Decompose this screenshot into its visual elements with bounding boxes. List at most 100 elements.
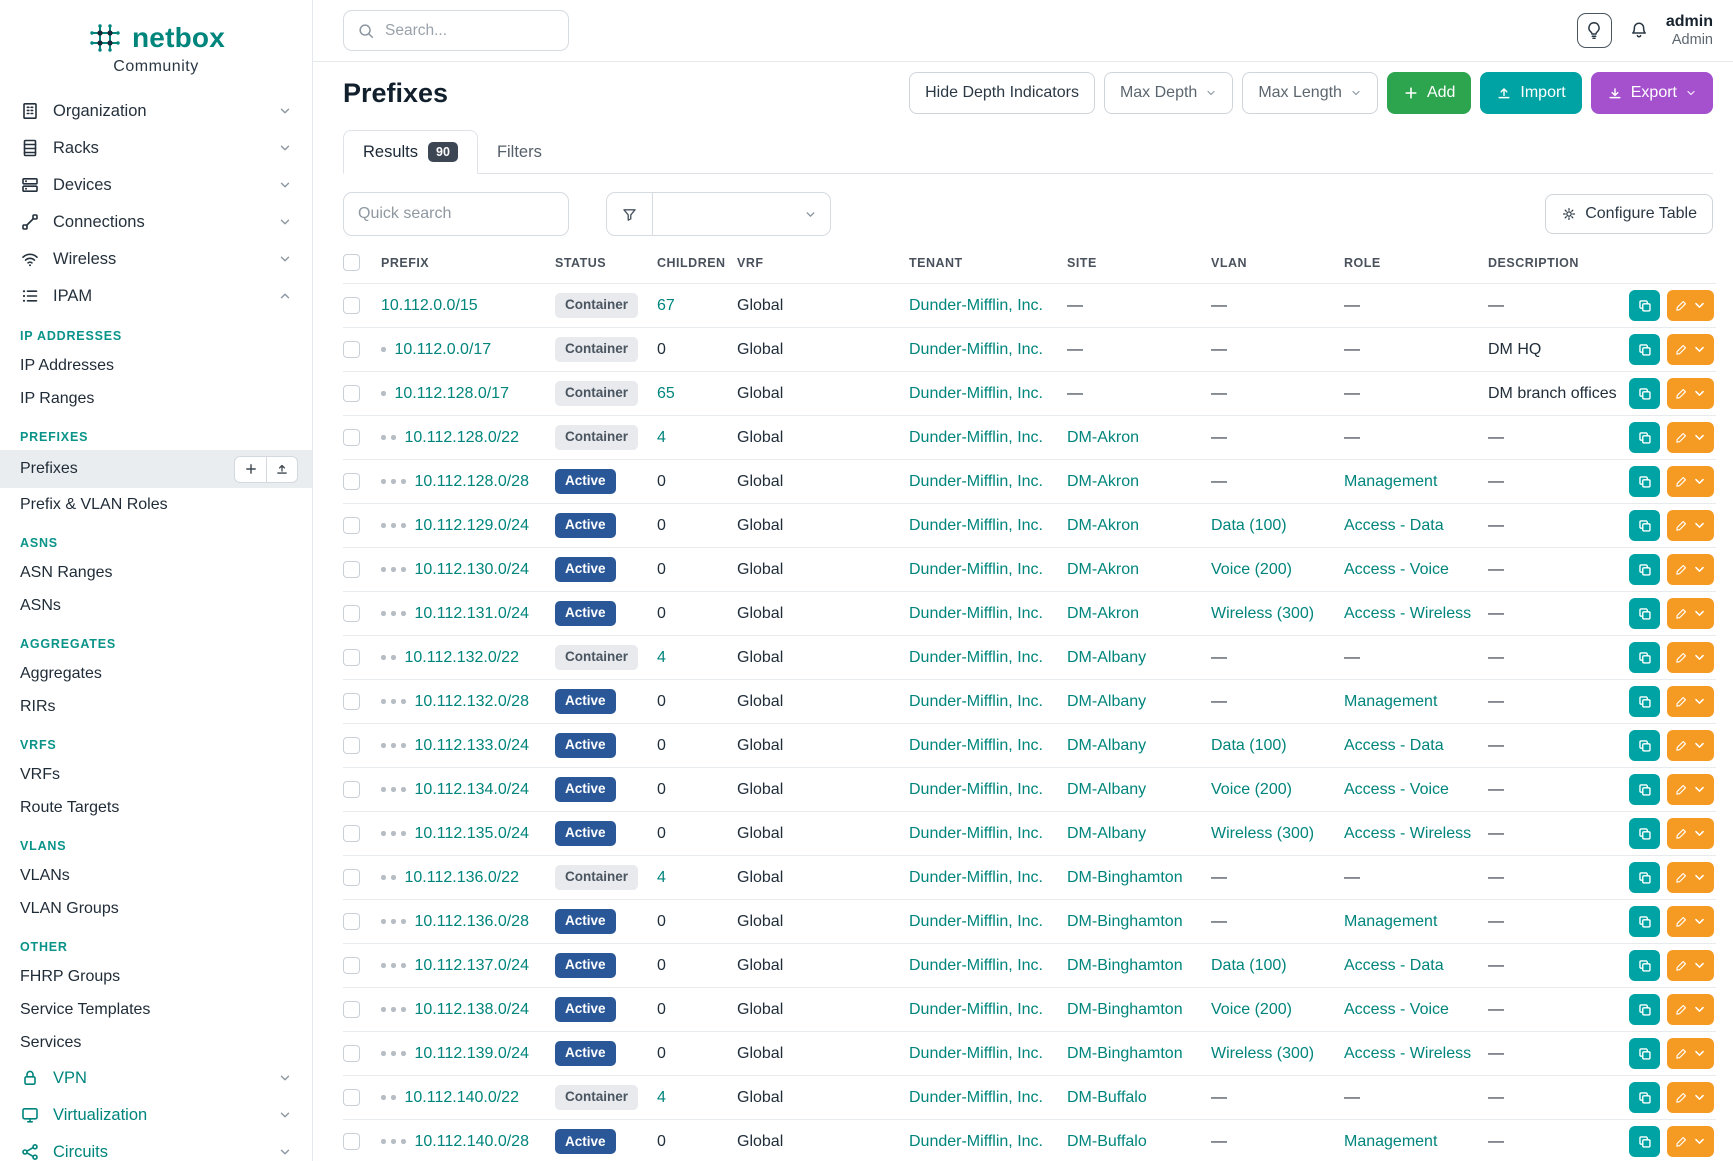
edit-button[interactable] — [1667, 510, 1714, 541]
role-link[interactable]: Management — [1344, 1133, 1437, 1150]
row-checkbox[interactable] — [343, 473, 360, 490]
prefix-link[interactable]: 10.112.140.0/28 — [415, 1133, 529, 1150]
tenant-link[interactable]: Dunder-Mifflin, Inc. — [909, 385, 1043, 402]
vlan-link[interactable]: Voice (200) — [1211, 561, 1292, 578]
clone-button[interactable] — [1629, 510, 1660, 541]
tenant-link[interactable]: Dunder-Mifflin, Inc. — [909, 605, 1043, 622]
row-checkbox[interactable] — [343, 605, 360, 622]
role-link[interactable]: Access - Voice — [1344, 781, 1449, 798]
edit-button[interactable] — [1667, 1082, 1714, 1113]
tenant-link[interactable]: Dunder-Mifflin, Inc. — [909, 737, 1043, 754]
children-link[interactable]: 4 — [657, 1089, 666, 1106]
sidebar-item-vlans[interactable]: VLANs — [0, 859, 312, 892]
edit-button[interactable] — [1667, 818, 1714, 849]
vlan-link[interactable]: Wireless (300) — [1211, 825, 1314, 842]
site-link[interactable]: DM-Akron — [1067, 429, 1139, 446]
filter-button[interactable] — [606, 192, 653, 236]
sidebar-item-fhrp-groups[interactable]: FHRP Groups — [0, 960, 312, 993]
tenant-link[interactable]: Dunder-Mifflin, Inc. — [909, 649, 1043, 666]
prefix-link[interactable]: 10.112.128.0/22 — [405, 429, 519, 446]
clone-button[interactable] — [1629, 290, 1660, 321]
site-link[interactable]: DM-Binghamton — [1067, 1045, 1183, 1062]
row-checkbox[interactable] — [343, 1045, 360, 1062]
sidebar-item-vrfs[interactable]: VRFs — [0, 758, 312, 791]
clone-button[interactable] — [1629, 378, 1660, 409]
quick-import-button[interactable] — [266, 457, 297, 482]
clone-button[interactable] — [1629, 334, 1660, 365]
edit-button[interactable] — [1667, 730, 1714, 761]
user-menu[interactable]: admin Admin — [1666, 12, 1713, 49]
notifications-button[interactable] — [1629, 20, 1649, 40]
site-link[interactable]: DM-Binghamton — [1067, 957, 1183, 974]
prefix-link[interactable]: 10.112.129.0/24 — [415, 517, 529, 534]
clone-button[interactable] — [1629, 818, 1660, 849]
clone-button[interactable] — [1629, 994, 1660, 1025]
site-link[interactable]: DM-Binghamton — [1067, 913, 1183, 930]
clone-button[interactable] — [1629, 730, 1660, 761]
role-link[interactable]: Access - Data — [1344, 517, 1444, 534]
tab-filters[interactable]: Filters — [478, 130, 561, 174]
hide-depth-indicators-button[interactable]: Hide Depth Indicators — [909, 72, 1095, 114]
tenant-link[interactable]: Dunder-Mifflin, Inc. — [909, 517, 1043, 534]
children-link[interactable]: 65 — [657, 385, 675, 402]
edit-button[interactable] — [1667, 642, 1714, 673]
sidebar-item-devices[interactable]: Devices — [0, 166, 312, 203]
tenant-link[interactable]: Dunder-Mifflin, Inc. — [909, 825, 1043, 842]
prefix-link[interactable]: 10.112.128.0/17 — [395, 385, 509, 402]
role-link[interactable]: Access - Wireless — [1344, 825, 1471, 842]
row-checkbox[interactable] — [343, 429, 360, 446]
sidebar-item-circuits[interactable]: Circuits — [0, 1133, 312, 1161]
clone-button[interactable] — [1629, 466, 1660, 497]
prefix-link[interactable]: 10.112.0.0/17 — [395, 341, 492, 358]
max-length-dropdown[interactable]: Max Length — [1242, 72, 1378, 114]
role-link[interactable]: Management — [1344, 693, 1437, 710]
role-link[interactable]: Access - Data — [1344, 737, 1444, 754]
site-link[interactable]: DM-Akron — [1067, 605, 1139, 622]
sidebar-item-organization[interactable]: Organization — [0, 92, 312, 129]
role-link[interactable]: Access - Wireless — [1344, 1045, 1471, 1062]
theme-toggle-button[interactable] — [1577, 13, 1612, 48]
edit-button[interactable] — [1667, 862, 1714, 893]
search-input[interactable] — [385, 22, 555, 40]
row-checkbox[interactable] — [343, 781, 360, 798]
edit-button[interactable] — [1667, 686, 1714, 717]
clone-button[interactable] — [1629, 906, 1660, 937]
tab-results[interactable]: Results 90 — [343, 130, 478, 174]
site-link[interactable]: DM-Albany — [1067, 737, 1146, 754]
row-checkbox[interactable] — [343, 957, 360, 974]
role-link[interactable]: Access - Data — [1344, 957, 1444, 974]
edit-button[interactable] — [1667, 334, 1714, 365]
edit-button[interactable] — [1667, 950, 1714, 981]
sidebar-item-asn-ranges[interactable]: ASN Ranges — [0, 556, 312, 589]
prefix-link[interactable]: 10.112.131.0/24 — [415, 605, 529, 622]
edit-button[interactable] — [1667, 422, 1714, 453]
vlan-link[interactable]: Data (100) — [1211, 737, 1287, 754]
row-checkbox[interactable] — [343, 1089, 360, 1106]
site-link[interactable]: DM-Akron — [1067, 517, 1139, 534]
site-link[interactable]: DM-Buffalo — [1067, 1089, 1147, 1106]
global-search[interactable] — [343, 10, 569, 51]
edit-button[interactable] — [1667, 906, 1714, 937]
sidebar-item-aggregates[interactable]: Aggregates — [0, 657, 312, 690]
edit-button[interactable] — [1667, 598, 1714, 629]
row-checkbox[interactable] — [343, 341, 360, 358]
sidebar-item-racks[interactable]: Racks — [0, 129, 312, 166]
row-checkbox[interactable] — [343, 561, 360, 578]
sidebar-item-service-templates[interactable]: Service Templates — [0, 993, 312, 1026]
prefix-link[interactable]: 10.112.132.0/22 — [405, 649, 519, 666]
role-link[interactable]: Access - Voice — [1344, 1001, 1449, 1018]
sidebar-item-services[interactable]: Services — [0, 1026, 312, 1059]
prefix-link[interactable]: 10.112.128.0/28 — [415, 473, 529, 490]
children-link[interactable]: 4 — [657, 869, 666, 886]
tenant-link[interactable]: Dunder-Mifflin, Inc. — [909, 1133, 1043, 1150]
clone-button[interactable] — [1629, 774, 1660, 805]
vlan-link[interactable]: Voice (200) — [1211, 781, 1292, 798]
children-link[interactable]: 67 — [657, 297, 675, 314]
configure-table-button[interactable]: Configure Table — [1545, 194, 1713, 234]
prefix-link[interactable]: 10.112.137.0/24 — [415, 957, 529, 974]
site-link[interactable]: DM-Albany — [1067, 693, 1146, 710]
site-link[interactable]: DM-Albany — [1067, 825, 1146, 842]
sidebar-item-wireless[interactable]: Wireless — [0, 240, 312, 277]
sidebar-item-rirs[interactable]: RIRs — [0, 690, 312, 723]
vlan-link[interactable]: Data (100) — [1211, 957, 1287, 974]
